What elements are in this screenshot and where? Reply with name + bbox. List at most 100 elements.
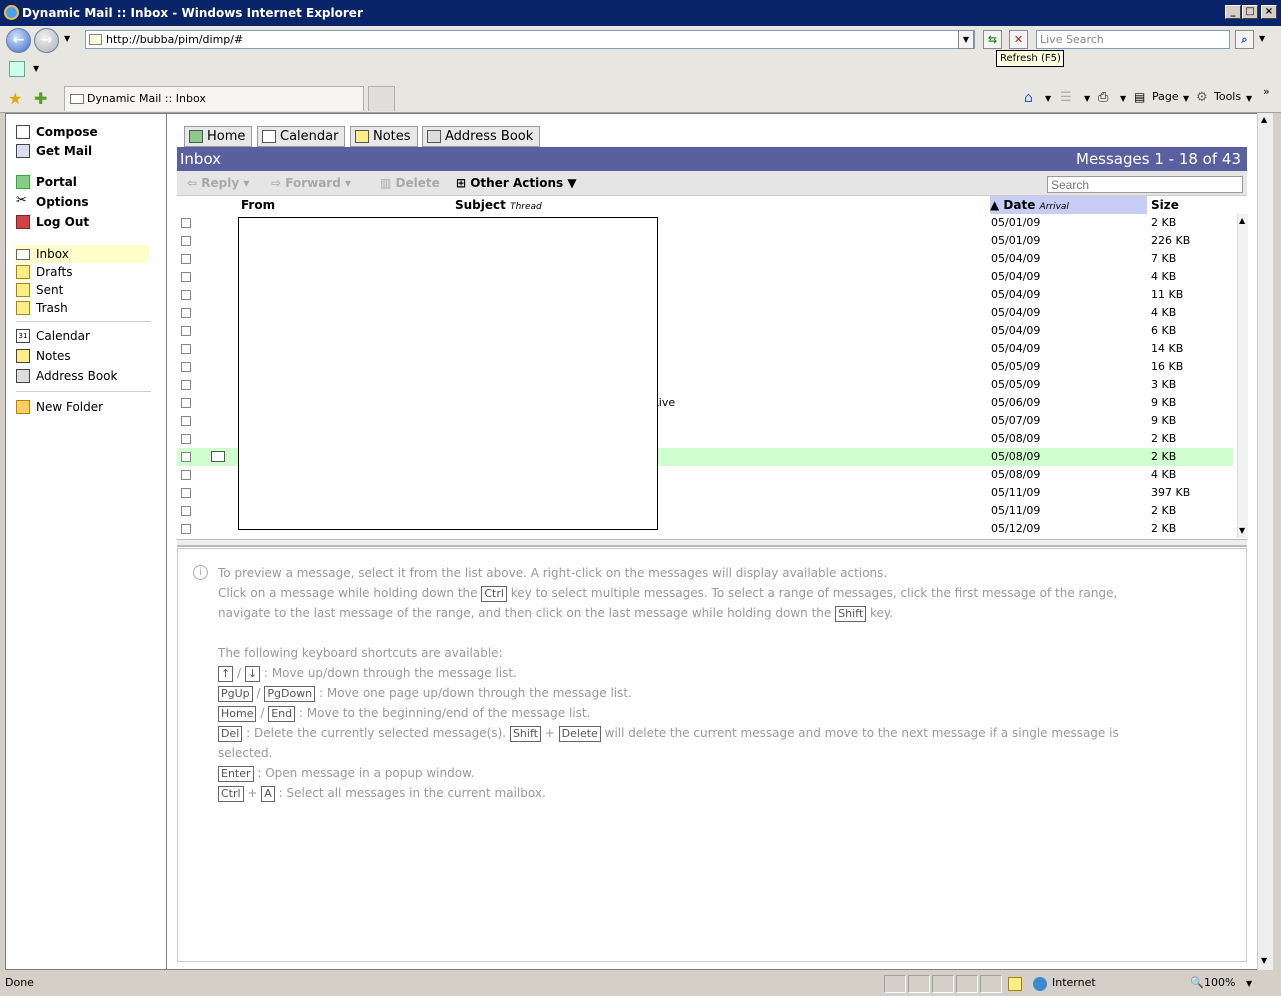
page-menu[interactable]: Page [1152, 90, 1179, 103]
live-search-input[interactable]: Live Search [1036, 30, 1230, 49]
sidebar-item-sent[interactable]: Sent [16, 281, 63, 299]
get-mail-link[interactable]: Get Mail [16, 142, 92, 160]
row-checkbox[interactable] [181, 416, 191, 426]
column-date[interactable]: ▲ Date Arrival [990, 196, 1069, 216]
zoom-level[interactable]: 100% [1204, 973, 1235, 993]
forward-button[interactable]: ⇨ Forward ▾ [271, 176, 351, 190]
favorites-star-icon[interactable]: ★ [8, 89, 22, 108]
row-checkbox[interactable] [181, 326, 191, 336]
status-text: Done [5, 976, 34, 989]
window-title: Dynamic Mail :: Inbox - Windows Internet… [22, 6, 363, 20]
sidebar-item-calendar[interactable]: 31 Calendar [16, 327, 90, 345]
row-checkbox[interactable] [181, 398, 191, 408]
sidebar-item-notes[interactable]: Notes [16, 347, 71, 365]
zoom-icon: 🔍 [1190, 976, 1204, 989]
add-favorite-icon[interactable]: ✚ [34, 89, 47, 108]
page-dropdown-icon[interactable]: ▼ [1183, 94, 1189, 103]
delete-button[interactable]: ▥ Delete [380, 176, 440, 190]
page-scrollbar[interactable]: ▲ ▼ [1257, 113, 1273, 970]
scroll-down-icon[interactable]: ▼ [1239, 526, 1245, 535]
pane-splitter[interactable] [177, 539, 1247, 547]
row-checkbox[interactable] [181, 362, 191, 372]
row-checkbox[interactable] [181, 470, 191, 480]
calendar-icon: 31 [16, 329, 30, 343]
print-dropdown-icon[interactable]: ▼ [1120, 94, 1126, 103]
other-actions-button[interactable]: ⊞ Other Actions ▼ [456, 176, 577, 190]
reply-button[interactable]: ⇦ Reply ▾ [187, 176, 249, 190]
row-checkbox[interactable] [181, 344, 191, 354]
message-date: 05/06/09 [991, 396, 1041, 409]
security-zone[interactable]: Internet [1052, 973, 1096, 993]
sidebar-item-inbox[interactable]: Inbox [16, 245, 69, 263]
row-checkbox[interactable] [181, 380, 191, 390]
maximize-button[interactable]: □ [1242, 5, 1258, 19]
notes-tab-icon [355, 130, 369, 143]
scroll-up-icon[interactable]: ▲ [1239, 216, 1245, 225]
row-checkbox[interactable] [181, 488, 191, 498]
column-size[interactable]: Size [1151, 196, 1179, 214]
back-arrow-icon[interactable]: ← [6, 28, 31, 53]
feeds-icon[interactable]: ☰ [1060, 90, 1072, 105]
sidebar-item-drafts[interactable]: Drafts [16, 263, 73, 281]
row-checkbox[interactable] [181, 524, 191, 534]
home-icon[interactable]: ⌂ [1024, 90, 1033, 106]
mailbox-header: Inbox Messages 1 - 18 of 43 [177, 147, 1247, 171]
row-checkbox[interactable] [181, 290, 191, 300]
stop-icon[interactable]: ✕ [1009, 30, 1028, 49]
compose-link[interactable]: Compose [16, 123, 98, 141]
home-dropdown-icon[interactable]: ▼ [1045, 94, 1051, 103]
row-checkbox[interactable] [181, 218, 191, 228]
close-button[interactable]: × [1261, 5, 1277, 19]
favicon-icon[interactable] [9, 61, 25, 77]
new-tab-button[interactable] [368, 86, 395, 111]
row-checkbox[interactable] [181, 254, 191, 264]
refresh-icon[interactable]: ⇆ [983, 30, 1002, 49]
message-size: 16 KB [1151, 360, 1184, 373]
row-checkbox[interactable] [181, 236, 191, 246]
tab-address-book[interactable]: Address Book [422, 126, 541, 147]
column-from[interactable]: From [241, 196, 275, 214]
search-icon[interactable]: ⌕ [1235, 30, 1254, 49]
portal-link[interactable]: Portal [16, 173, 77, 191]
sidebar-item-trash[interactable]: Trash [16, 299, 68, 317]
row-checkbox[interactable] [181, 452, 191, 462]
address-bar[interactable]: http://bubba/pim/dimp/# [85, 30, 975, 49]
browser-tab-active[interactable]: Dynamic Mail :: Inbox [64, 86, 364, 111]
links-bar: ▼ [0, 55, 1281, 83]
column-subject[interactable]: Subject Thread [455, 196, 542, 216]
tab-home[interactable]: Home [184, 126, 253, 147]
message-search-input[interactable] [1047, 176, 1243, 193]
options-link[interactable]: ✂ Options [16, 193, 89, 211]
logout-link[interactable]: Log Out [16, 213, 89, 231]
row-checkbox[interactable] [181, 308, 191, 318]
message-size: 397 KB [1151, 486, 1191, 499]
protected-mode-icon[interactable] [1008, 977, 1022, 991]
attachment-icon [211, 451, 225, 462]
print-icon[interactable]: ⎙ [1098, 90, 1108, 105]
minimize-button[interactable]: _ [1225, 5, 1241, 19]
row-checkbox[interactable] [181, 506, 191, 516]
forward-arrow-icon[interactable]: → [34, 28, 59, 53]
sidebar-item-address-book[interactable]: Address Book [16, 367, 117, 385]
address-book-icon [16, 369, 30, 383]
message-list-scrollbar[interactable]: ▲ ▼ [1237, 214, 1248, 538]
dropdown-icon[interactable]: ▼ [33, 64, 39, 73]
row-checkbox[interactable] [181, 272, 191, 282]
chevron-more-icon[interactable]: » [1263, 85, 1270, 98]
key-down: ↓ [244, 666, 261, 682]
key-shift: Shift [835, 606, 867, 622]
tools-menu[interactable]: Tools [1214, 90, 1241, 103]
feeds-dropdown-icon[interactable]: ▼ [1084, 94, 1090, 103]
tab-notes[interactable]: Notes [350, 126, 418, 147]
zoom-dropdown-icon[interactable]: ▼ [1246, 974, 1252, 994]
key-enter: Enter [218, 766, 254, 782]
search-options-icon[interactable]: ▼ [1259, 34, 1265, 43]
tools-dropdown-icon[interactable]: ▼ [1246, 94, 1252, 103]
new-folder-link[interactable]: New Folder [16, 398, 103, 416]
row-checkbox[interactable] [181, 434, 191, 444]
scroll-down-icon[interactable]: ▼ [1261, 956, 1267, 965]
history-dropdown-icon[interactable]: ▼ [64, 34, 70, 43]
tab-calendar[interactable]: Calendar [257, 126, 346, 147]
address-dropdown-icon[interactable]: ▼ [958, 30, 974, 49]
scroll-up-icon[interactable]: ▲ [1261, 115, 1267, 124]
